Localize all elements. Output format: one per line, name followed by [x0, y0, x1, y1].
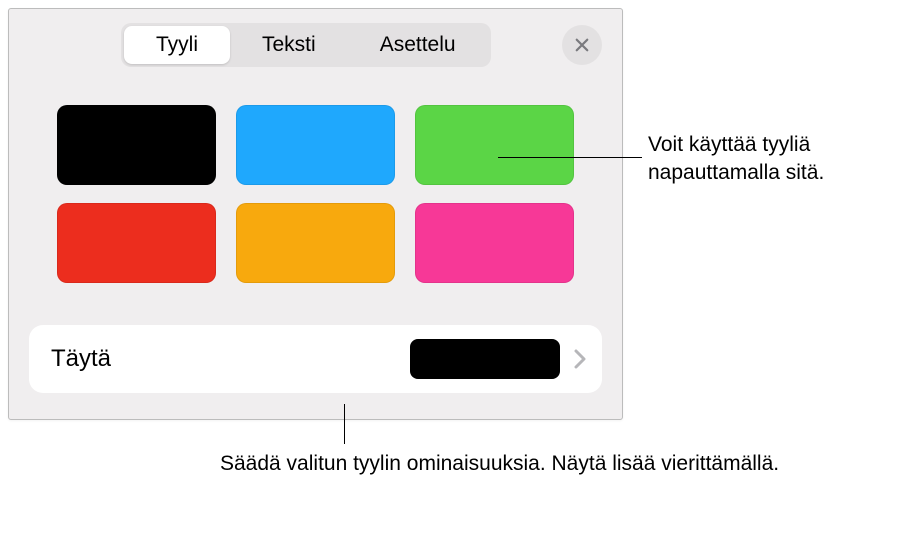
swatch-grid	[9, 77, 622, 303]
tab-style[interactable]: Tyyli	[124, 26, 230, 64]
swatch-red[interactable]	[57, 203, 216, 283]
swatch-green[interactable]	[415, 105, 574, 185]
close-icon	[573, 36, 591, 54]
fill-label: Täytä	[51, 345, 111, 373]
chevron-right-icon	[574, 349, 586, 369]
swatch-pink[interactable]	[415, 203, 574, 283]
style-panel: Tyyli Teksti Asettelu Täytä	[8, 8, 623, 420]
tab-text[interactable]: Teksti	[230, 26, 348, 64]
callout-leader-1	[498, 157, 642, 158]
callout-apply-style: Voit käyttää tyyliä napauttamalla sitä.	[648, 131, 920, 188]
tab-layout[interactable]: Asettelu	[348, 26, 488, 64]
close-button[interactable]	[562, 25, 602, 65]
swatch-orange[interactable]	[236, 203, 395, 283]
fill-right	[410, 339, 586, 379]
callout-leader-2	[344, 404, 345, 444]
tab-group: Tyyli Teksti Asettelu	[121, 23, 491, 67]
callout-adjust-style: Säädä valitun tyylin ominaisuuksia. Näyt…	[220, 450, 779, 478]
fill-row[interactable]: Täytä	[29, 325, 602, 393]
swatch-blue[interactable]	[236, 105, 395, 185]
header: Tyyli Teksti Asettelu	[9, 9, 622, 77]
fill-color-preview[interactable]	[410, 339, 560, 379]
swatch-black[interactable]	[57, 105, 216, 185]
